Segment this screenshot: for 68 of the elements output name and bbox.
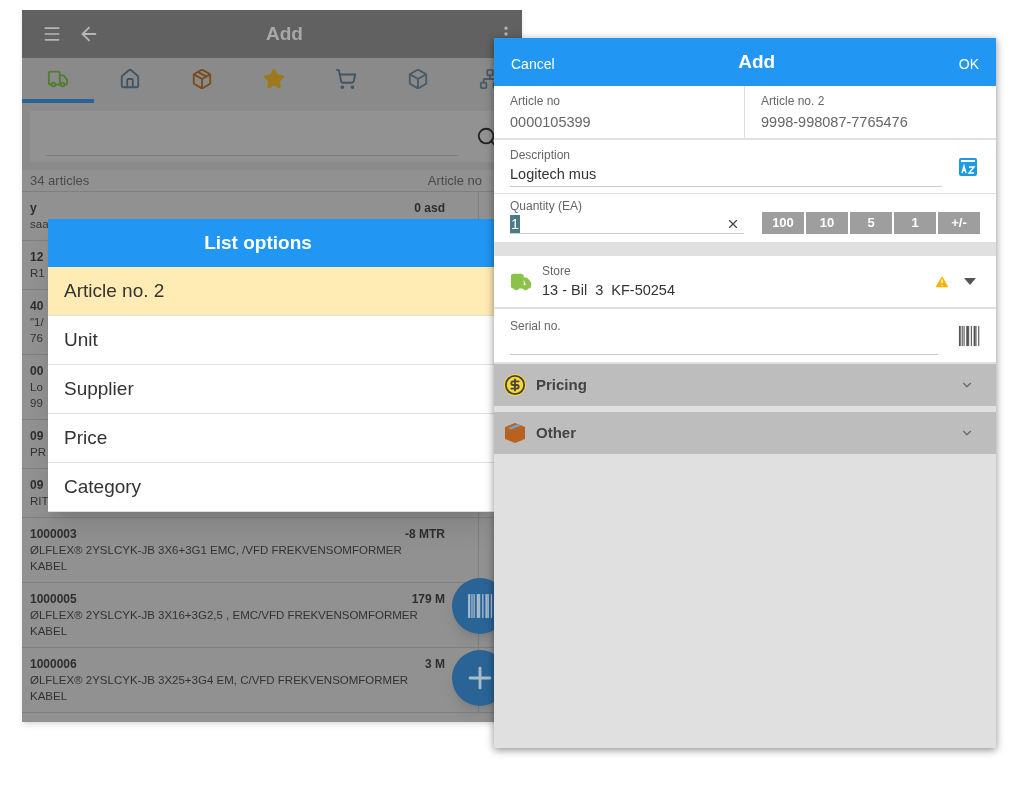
section-title: Pricing	[536, 374, 588, 395]
article-description: "1/	[30, 315, 44, 330]
article-description: saa	[30, 217, 49, 232]
article-count: 34 articles	[30, 171, 90, 190]
barcode-icon[interactable]	[958, 324, 980, 347]
box-icon	[191, 67, 213, 90]
article-description: ØLFLEX® 2YSLCYK-JB 3X16+3G2,5 , EMC/VFD FREKVENSOMFORMER KABEL	[30, 608, 419, 639]
store-value[interactable]: 13 - Bil 3 KF-50254	[542, 279, 934, 302]
section-header[interactable]: Other	[494, 412, 996, 454]
quantity-step-button[interactable]: 10	[806, 212, 848, 234]
article-quantity: 3 M	[425, 656, 445, 672]
cube-icon	[407, 67, 429, 90]
menu-icon[interactable]	[42, 24, 62, 44]
article-number: 1000003	[30, 526, 77, 542]
section-header[interactable]: Pricing	[494, 364, 996, 406]
list-option[interactable]: Supplier	[48, 365, 494, 414]
article-quantity: 179 M	[411, 591, 445, 607]
field-label: Article no	[510, 93, 562, 110]
box-icon	[504, 422, 526, 444]
quantity-step-button[interactable]: 100	[762, 212, 804, 234]
sort-az-icon[interactable]	[958, 156, 978, 177]
article-number: 00	[30, 363, 44, 379]
article-description: RIT	[30, 494, 49, 509]
dropdown-caret-icon[interactable]	[964, 278, 976, 285]
quantity-field[interactable]: 1	[510, 215, 744, 234]
article-description: ØLFLEX® 2YSLCYK-JB 3X25+3G4 EM, C/VFD FREKVENSOMFORMER KABEL	[30, 673, 410, 704]
ok-button[interactable]: OK	[958, 53, 979, 75]
article-description: R1	[30, 266, 45, 281]
coin-icon	[504, 374, 526, 396]
section-title: Other	[536, 422, 577, 443]
article-description: Lo	[30, 380, 43, 395]
article-description: 99	[30, 396, 43, 411]
clear-icon[interactable]	[726, 217, 740, 231]
list-option[interactable]: Article no. 2	[48, 267, 494, 316]
cart-icon	[335, 67, 357, 90]
star-icon	[263, 67, 285, 90]
article-description: 76	[30, 331, 43, 346]
screen-title: Add	[266, 21, 303, 46]
quantity-step-button[interactable]: +/-	[938, 212, 980, 234]
list-option[interactable]: Unit	[48, 316, 494, 365]
barcode-icon[interactable]	[467, 592, 493, 620]
article-no-2-value[interactable]: 9998-998087-7765476	[761, 112, 980, 134]
dialog-title: Add	[738, 49, 776, 74]
article-quantity: 0 asd	[414, 200, 445, 216]
article-number: 09	[30, 428, 44, 444]
article-number: 12	[30, 249, 44, 265]
article-number: 1000005	[30, 591, 77, 607]
article-quantity: -8 MTR	[405, 526, 445, 542]
list-option[interactable]: Price	[48, 414, 494, 463]
house-icon	[119, 67, 141, 90]
quantity-step-button[interactable]: 1	[894, 212, 936, 234]
article-description: ØLFLEX® 2YSLCYK-JB 3X6+3G1 EMC, /VFD FREKVENSOMFORMER KABEL	[30, 543, 403, 574]
field-label: Serial no.	[510, 318, 562, 335]
field-label: Store	[542, 262, 572, 280]
quantity-value: 1	[510, 215, 521, 233]
article-number: y	[30, 200, 37, 216]
sort-label: Article no	[427, 171, 482, 190]
quantity-step-button[interactable]: 5	[850, 212, 892, 234]
article-description: PR	[30, 445, 46, 460]
field-label: Description	[510, 146, 572, 164]
description-field[interactable]: Logitech mus	[510, 163, 942, 188]
article-number: 1000006	[30, 656, 77, 672]
cancel-button[interactable]: Cancel	[511, 53, 555, 75]
field-label: Article no. 2	[761, 93, 826, 110]
article-number: 40	[30, 298, 44, 314]
list-option[interactable]: Category	[48, 463, 494, 512]
article-number: 09	[30, 477, 44, 493]
article-no-value[interactable]: 0000105399	[510, 112, 728, 134]
